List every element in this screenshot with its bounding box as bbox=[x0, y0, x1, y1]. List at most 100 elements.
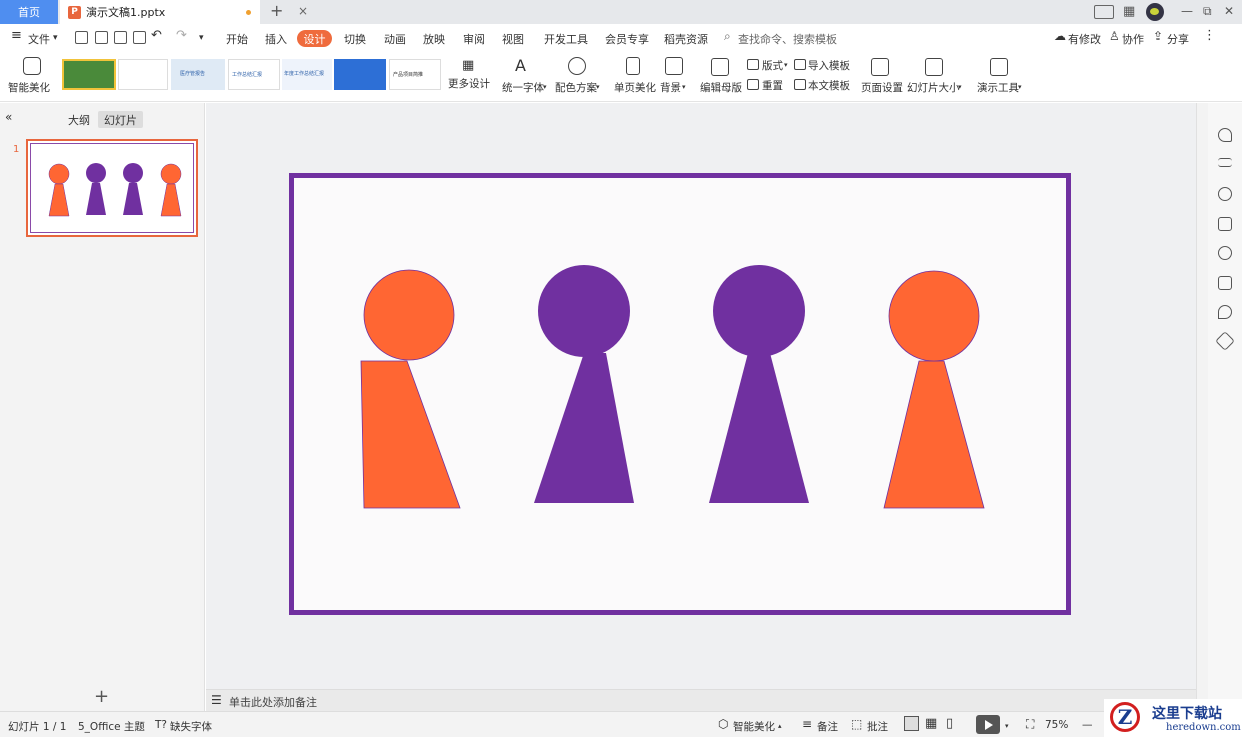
smart-beautify-button[interactable]: 智能美化 bbox=[8, 80, 50, 95]
share-button[interactable]: 分享 bbox=[1167, 31, 1189, 47]
smart-beautify-status-button[interactable]: 智能美化 bbox=[733, 719, 775, 734]
tab-slides[interactable]: 幻灯片 bbox=[98, 111, 143, 128]
slide-size-button[interactable]: 幻灯片大小 bbox=[907, 80, 960, 95]
zoom-level[interactable]: 75% bbox=[1045, 719, 1068, 731]
image-icon[interactable] bbox=[1218, 276, 1232, 290]
template-thumb[interactable] bbox=[118, 59, 168, 90]
new-tab-button[interactable]: + bbox=[270, 1, 283, 20]
more-options-icon[interactable]: ⋮ bbox=[1203, 28, 1216, 43]
collaborate-button[interactable]: 协作 bbox=[1122, 31, 1144, 47]
notes-pane[interactable]: ☰ 单击此处添加备注 bbox=[206, 689, 1196, 711]
chevron-down-icon[interactable]: ▾ bbox=[53, 33, 58, 43]
more-design-button[interactable]: 更多设计 bbox=[448, 76, 490, 91]
menu-item-design[interactable]: 设计 bbox=[297, 30, 332, 47]
close-window-button[interactable]: ✕ bbox=[1224, 4, 1234, 18]
template-thumb[interactable]: 产品项目简推 bbox=[389, 59, 441, 90]
fit-window-icon[interactable]: ⛶ bbox=[1026, 717, 1034, 732]
menu-item-docer[interactable]: 稻壳资源 bbox=[664, 31, 708, 47]
notes-toggle-button[interactable]: 备注 bbox=[817, 719, 838, 734]
keyhole-piece-1[interactable] bbox=[360, 269, 461, 509]
zoom-out-button[interactable]: — bbox=[1082, 719, 1093, 731]
layout-toggle-icon[interactable] bbox=[1094, 5, 1114, 19]
changes-button[interactable]: 有修改 bbox=[1068, 31, 1101, 47]
command-search-input[interactable]: 查找命令、搜索模板 bbox=[738, 31, 837, 47]
theme-name[interactable]: 5_Office 主题 bbox=[78, 719, 145, 734]
comment-icon: ⬚ bbox=[851, 717, 863, 731]
keyhole-piece-2[interactable] bbox=[534, 265, 634, 503]
menu-item-slideshow[interactable]: 放映 bbox=[423, 31, 445, 47]
vertical-scrollbar[interactable] bbox=[1196, 103, 1208, 711]
presentation-tools-button[interactable]: 演示工具 bbox=[977, 80, 1019, 95]
chevron-down-icon[interactable]: ▾ bbox=[1005, 722, 1009, 730]
star-icon[interactable] bbox=[1218, 187, 1232, 201]
redo-icon[interactable]: ↷ bbox=[176, 28, 187, 43]
close-tab-button[interactable]: × bbox=[298, 4, 308, 18]
menu-item-transition[interactable]: 切换 bbox=[344, 31, 366, 47]
slide-1[interactable] bbox=[289, 173, 1071, 615]
unify-font-button[interactable]: 统一字体 bbox=[502, 80, 544, 95]
template-thumb[interactable]: 医疗管报告 bbox=[171, 59, 225, 90]
menu-item-animation[interactable]: 动画 bbox=[384, 31, 406, 47]
print-preview-icon[interactable] bbox=[133, 31, 146, 44]
template-thumb[interactable] bbox=[334, 59, 386, 90]
reading-view-icon[interactable]: ▯ bbox=[946, 716, 953, 731]
menu-item-view[interactable]: 视图 bbox=[502, 31, 524, 47]
normal-view-icon[interactable] bbox=[904, 716, 919, 731]
tab-home[interactable]: 首页 bbox=[0, 0, 58, 24]
play-slideshow-button[interactable] bbox=[976, 715, 1000, 734]
menu-item-devtools[interactable]: 开发工具 bbox=[544, 31, 588, 47]
save-icon[interactable] bbox=[75, 31, 88, 44]
comments-button[interactable]: 批注 bbox=[867, 719, 888, 734]
file-menu[interactable]: 文件 bbox=[28, 31, 50, 47]
tab-document[interactable]: P 演示文稿1.pptx × bbox=[60, 0, 308, 24]
slide-thumbnail[interactable] bbox=[26, 139, 198, 237]
print-icon[interactable] bbox=[114, 31, 127, 44]
location-icon[interactable] bbox=[1218, 305, 1232, 319]
background-icon bbox=[665, 57, 683, 75]
thumb-piece-body bbox=[48, 183, 70, 217]
slide-editor-canvas bbox=[206, 103, 1196, 689]
chevron-up-icon: ▴ bbox=[778, 722, 782, 730]
tab-outline[interactable]: 大纲 bbox=[68, 112, 90, 128]
piece-head bbox=[888, 270, 980, 362]
piece-head bbox=[363, 269, 455, 361]
menu-item-insert[interactable]: 插入 bbox=[265, 31, 287, 47]
keyhole-piece-4[interactable] bbox=[883, 270, 985, 509]
cube-icon[interactable] bbox=[1215, 331, 1235, 351]
restore-button[interactable]: ⧉ bbox=[1203, 4, 1212, 19]
page-setup-button[interactable]: 页面设置 bbox=[861, 80, 903, 95]
collapse-panel-icon[interactable]: « bbox=[5, 110, 12, 124]
copy-icon[interactable] bbox=[1218, 217, 1232, 231]
background-button[interactable]: 背景 bbox=[660, 80, 681, 95]
thumb-piece-head bbox=[160, 163, 182, 185]
import-template-button[interactable]: 导入模板 bbox=[808, 58, 850, 73]
template-thumb[interactable]: 年度工作总结汇报 bbox=[282, 59, 332, 90]
watermark-text-en: heredown.com bbox=[1166, 722, 1241, 733]
customize-toolbar-icon[interactable]: ▾ bbox=[199, 33, 204, 43]
help-icon[interactable] bbox=[1218, 246, 1232, 260]
reset-button[interactable]: 重置 bbox=[762, 78, 783, 93]
sorter-view-icon[interactable]: ▦ bbox=[925, 716, 937, 731]
missing-font-button[interactable]: 缺失字体 bbox=[170, 719, 212, 734]
undo-icon[interactable]: ↶ bbox=[151, 28, 162, 43]
menu-item-review[interactable]: 审阅 bbox=[463, 31, 485, 47]
color-scheme-button[interactable]: 配色方案 bbox=[555, 80, 597, 95]
layout-button[interactable]: 版式 bbox=[762, 58, 783, 73]
template-thumb[interactable] bbox=[62, 59, 116, 90]
export-pdf-icon[interactable] bbox=[95, 31, 108, 44]
menu-item-member[interactable]: 会员专享 bbox=[605, 31, 649, 47]
edit-master-button[interactable]: 编辑母版 bbox=[700, 80, 742, 95]
apps-grid-icon[interactable]: ▦ bbox=[1123, 4, 1135, 19]
menu-item-start[interactable]: 开始 bbox=[226, 31, 248, 47]
sliders-icon[interactable] bbox=[1218, 158, 1232, 167]
page-beautify-button[interactable]: 单页美化 bbox=[614, 80, 656, 95]
template-thumb[interactable]: 工作总结汇报 bbox=[228, 59, 280, 90]
minimize-button[interactable]: — bbox=[1181, 4, 1193, 18]
notes-placeholder[interactable]: 单击此处添加备注 bbox=[229, 694, 317, 710]
add-slide-button[interactable]: + bbox=[94, 686, 109, 707]
doc-template-button[interactable]: 本文模板 bbox=[808, 78, 850, 93]
hamburger-icon[interactable]: ≡ bbox=[11, 28, 22, 43]
rocket-icon[interactable] bbox=[1218, 128, 1232, 142]
keyhole-piece-3[interactable] bbox=[709, 265, 809, 503]
user-avatar[interactable] bbox=[1146, 3, 1164, 21]
